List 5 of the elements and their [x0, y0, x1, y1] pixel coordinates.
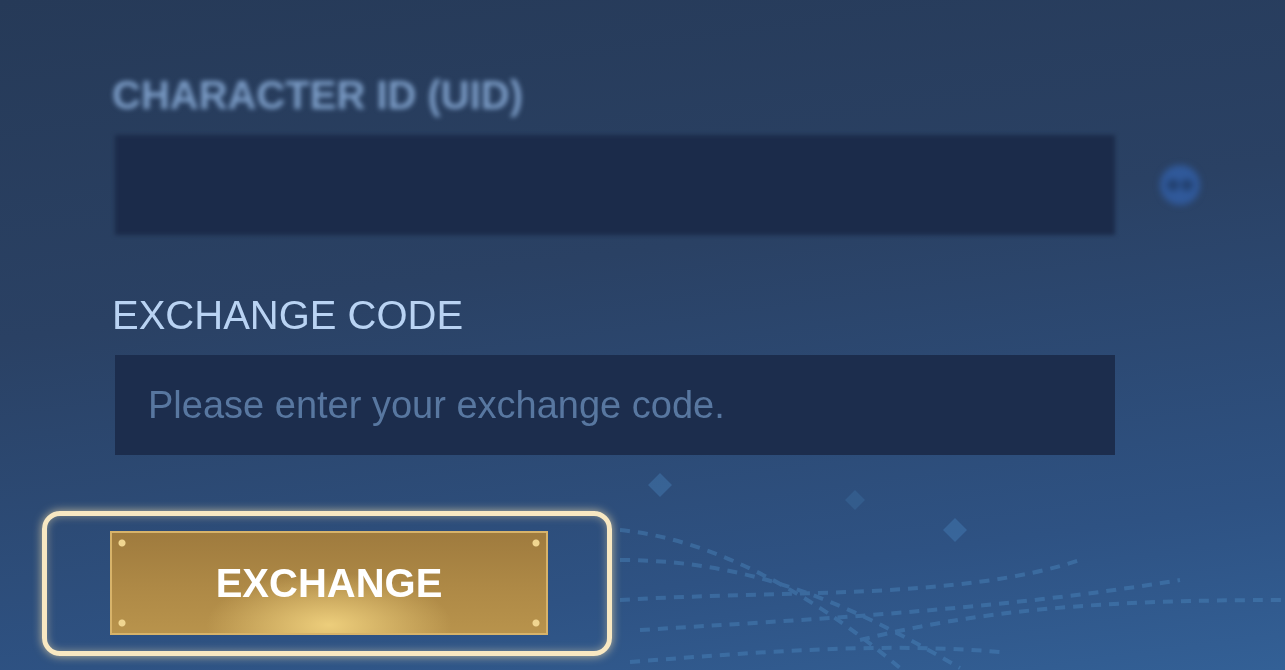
input-field[interactable] [115, 135, 1115, 235]
input-field[interactable]: Please enter your exchange code. [115, 355, 1115, 455]
field-label: CHARACTER ID (UID) [112, 72, 524, 119]
exchange-button[interactable]: EXCHANGE [110, 531, 548, 635]
field-label: EXCHANGE CODE [112, 292, 464, 339]
